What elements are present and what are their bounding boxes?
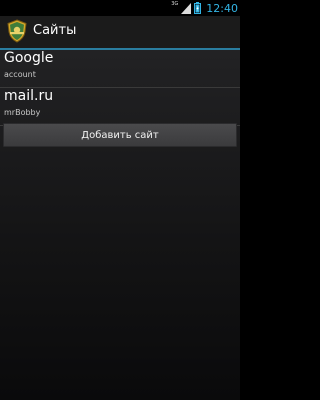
status-indicators: 3G 12:40	[171, 0, 238, 16]
site-name: mail.ru	[4, 88, 54, 104]
site-account: account	[4, 70, 36, 79]
site-list-item-mailru[interactable]: mail.ru mrBobby	[0, 88, 240, 126]
add-site-button[interactable]: Добавить сайт	[3, 123, 237, 147]
site-account: mrBobby	[4, 108, 41, 117]
battery-icon	[194, 0, 202, 18]
site-name: Google	[4, 50, 54, 66]
shield-app-icon[interactable]	[6, 19, 28, 43]
status-bar: 3G 12:40	[0, 0, 240, 16]
clock: 12:40	[206, 1, 238, 15]
action-bar: Сайты	[0, 16, 240, 50]
page-title: Сайты	[33, 23, 77, 38]
site-list-item-google[interactable]: Google account	[0, 50, 240, 88]
signal-icon	[181, 0, 192, 18]
sites-list-screen: Google account mail.ru mrBobby Добавить …	[0, 50, 240, 400]
network-type-label: 3G	[171, 1, 179, 7]
